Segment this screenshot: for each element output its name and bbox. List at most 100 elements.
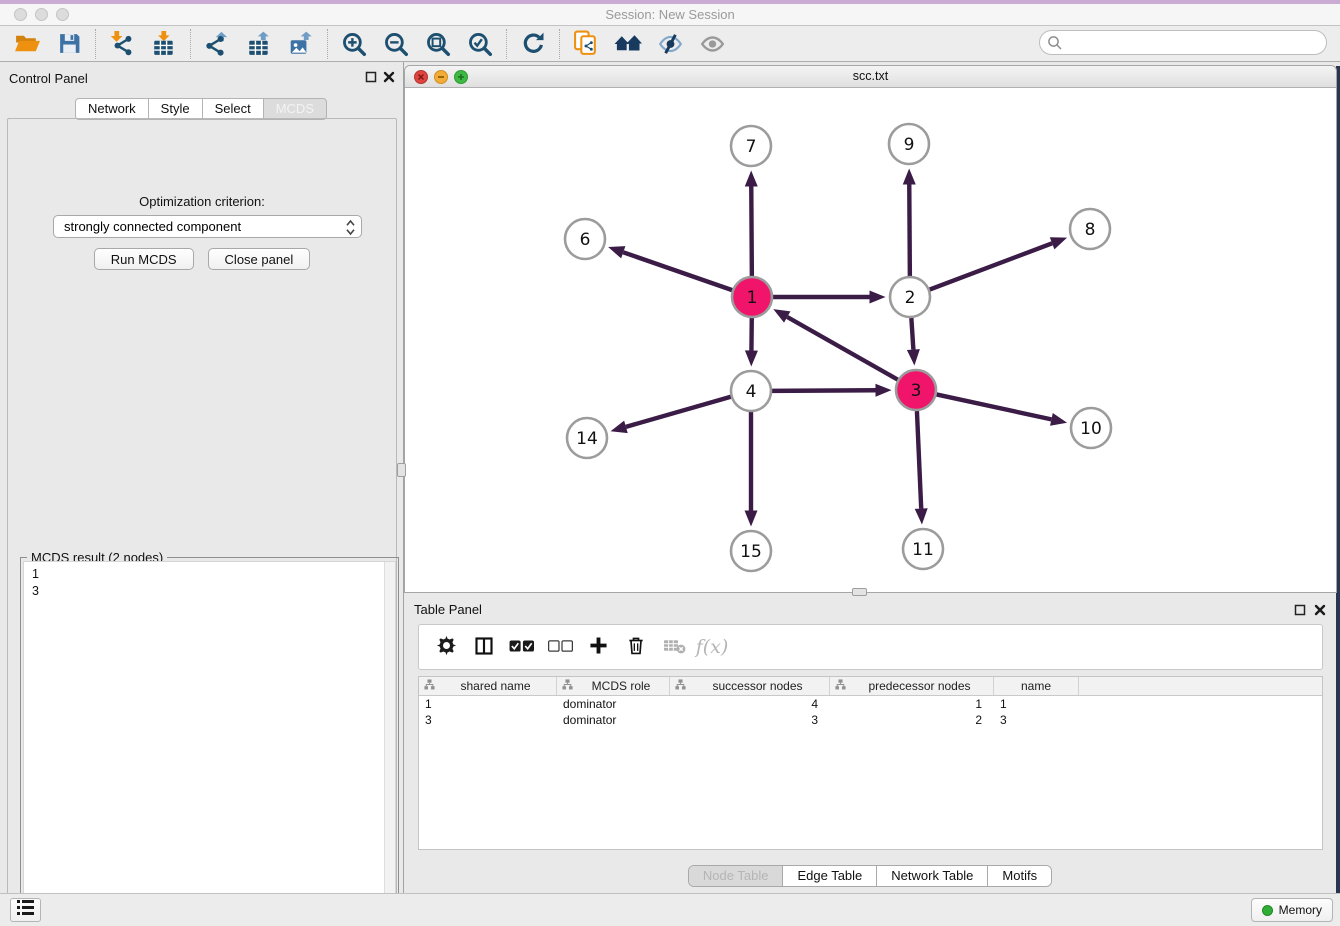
hide-details-button[interactable] — [649, 28, 691, 60]
column-header-MCDS-role[interactable]: MCDS role — [557, 677, 670, 695]
node-7[interactable]: 7 — [731, 126, 771, 166]
mcds-result-text-area[interactable]: 1 3 — [23, 561, 396, 926]
show-details-icon — [699, 31, 726, 57]
refresh-button[interactable] — [512, 28, 554, 60]
node-4[interactable]: 4 — [731, 371, 771, 411]
table-panel-float-icon[interactable] — [1294, 604, 1306, 616]
select-all-button[interactable] — [505, 630, 539, 664]
tab-style[interactable]: Style — [148, 98, 203, 120]
node-2[interactable]: 2 — [890, 277, 930, 317]
edge-3-10[interactable] — [937, 394, 1052, 419]
node-table: shared nameMCDS rolesuccessor nodesprede… — [418, 676, 1323, 850]
deselect-all-icon — [548, 640, 573, 655]
close-panel-button[interactable]: Close panel — [208, 248, 311, 270]
node-9[interactable]: 9 — [889, 124, 929, 164]
maximize-window-button[interactable] — [56, 8, 69, 21]
tab-mcds[interactable]: MCDS — [263, 98, 327, 120]
network-close-button[interactable] — [414, 70, 428, 84]
export-image-icon — [288, 31, 314, 57]
network-graph[interactable]: 7 9 6 8 1 2 4 3 14 10 15 11 — [405, 88, 1335, 591]
table-header-row: shared nameMCDS rolesuccessor nodesprede… — [419, 677, 1322, 696]
edge-2-3[interactable] — [911, 318, 913, 350]
gear-button[interactable] — [429, 630, 463, 664]
node-label: 1 — [747, 288, 758, 308]
table-row[interactable]: 1dominator411 — [419, 696, 1322, 712]
import-table-button[interactable] — [143, 28, 185, 60]
control-panel-close-icon[interactable] — [383, 71, 395, 83]
export-table-button[interactable] — [238, 28, 280, 60]
destroy-table-button — [657, 630, 691, 664]
column-header-name[interactable]: name — [994, 677, 1079, 695]
edge-3-11[interactable] — [917, 411, 921, 509]
zoom-out-button[interactable] — [375, 28, 417, 60]
export-network-button[interactable] — [196, 28, 238, 60]
zoom-fit-button[interactable] — [417, 28, 459, 60]
edge-arrow-3-10 — [1050, 413, 1067, 426]
export-image-button[interactable] — [280, 28, 322, 60]
tab-edge-table[interactable]: Edge Table — [782, 866, 876, 886]
node-15[interactable]: 15 — [731, 531, 771, 571]
result-scrollbar[interactable] — [384, 562, 395, 926]
deselect-all-button[interactable] — [543, 630, 577, 664]
zoom-in-button[interactable] — [333, 28, 375, 60]
zoom-selected-button[interactable] — [459, 28, 501, 60]
split-columns-button[interactable] — [467, 630, 501, 664]
edge-3-1[interactable] — [787, 317, 898, 380]
table-row[interactable]: 3dominator323 — [419, 712, 1322, 728]
run-mcds-button[interactable]: Run MCDS — [94, 248, 194, 270]
refresh-icon — [521, 31, 546, 56]
open-file-button[interactable] — [6, 28, 48, 60]
tab-network-table[interactable]: Network Table — [876, 866, 987, 886]
table-toolbar: f(x) — [418, 624, 1323, 670]
import-network-button[interactable] — [101, 28, 143, 60]
add-column-button[interactable] — [581, 630, 615, 664]
mcds-panel: Optimization criterion: strongly connect… — [7, 118, 397, 926]
edge-2-9[interactable] — [909, 184, 910, 276]
minimize-window-button[interactable] — [35, 8, 48, 21]
edge-arrow-2-8 — [1050, 237, 1067, 249]
memory-button[interactable]: Memory — [1251, 898, 1333, 922]
horizontal-splitter-handle[interactable] — [852, 588, 867, 596]
node-14[interactable]: 14 — [567, 418, 607, 458]
edge-1-7[interactable] — [751, 186, 752, 276]
tab-node-table[interactable]: Node Table — [689, 866, 783, 886]
edge-2-8[interactable] — [930, 243, 1052, 289]
network-maximize-button[interactable] — [454, 70, 468, 84]
clone-network-button[interactable] — [565, 28, 607, 60]
column-type-icon — [557, 679, 573, 693]
close-window-button[interactable] — [14, 8, 27, 21]
search-input[interactable] — [1068, 32, 1318, 53]
edge-4-3[interactable] — [772, 390, 876, 391]
desktop-edge — [1336, 66, 1340, 893]
table-panel-close-icon[interactable] — [1314, 604, 1326, 616]
criterion-select[interactable]: strongly connected component — [53, 215, 362, 238]
node-6[interactable]: 6 — [565, 219, 605, 259]
column-header-predecessor-nodes[interactable]: predecessor nodes — [830, 677, 994, 695]
network-minimize-button[interactable] — [434, 70, 448, 84]
network-window-controls — [414, 70, 468, 84]
edge-1-6[interactable] — [623, 252, 732, 290]
table-panel: Table Panel f(x) shared nameMCDS rolesuc… — [404, 598, 1336, 893]
titlebar: Session: New Session — [0, 4, 1340, 26]
show-details-button[interactable] — [691, 28, 733, 60]
vertical-splitter-handle[interactable] — [397, 463, 406, 477]
node-1[interactable]: 1 — [732, 277, 772, 317]
node-10[interactable]: 10 — [1071, 408, 1111, 448]
node-8[interactable]: 8 — [1070, 209, 1110, 249]
control-panel-float-icon[interactable] — [365, 71, 377, 83]
delete-column-button[interactable] — [619, 630, 653, 664]
tab-motifs[interactable]: Motifs — [987, 866, 1051, 886]
network-canvas-area[interactable]: 7 9 6 8 1 2 4 3 14 10 15 11 — [405, 88, 1336, 592]
search-field[interactable] — [1039, 30, 1327, 55]
edge-4-14[interactable] — [626, 397, 731, 427]
node-3[interactable]: 3 — [896, 370, 936, 410]
tab-select[interactable]: Select — [202, 98, 264, 120]
home-view-button[interactable] — [607, 28, 649, 60]
column-header-shared-name[interactable]: shared name — [419, 677, 557, 695]
node-11[interactable]: 11 — [903, 529, 943, 569]
tab-network[interactable]: Network — [75, 98, 149, 120]
task-history-button[interactable] — [10, 898, 41, 922]
column-header-successor-nodes[interactable]: successor nodes — [670, 677, 830, 695]
mcds-result-lines: 1 3 — [32, 566, 39, 600]
save-session-button[interactable] — [48, 28, 90, 60]
